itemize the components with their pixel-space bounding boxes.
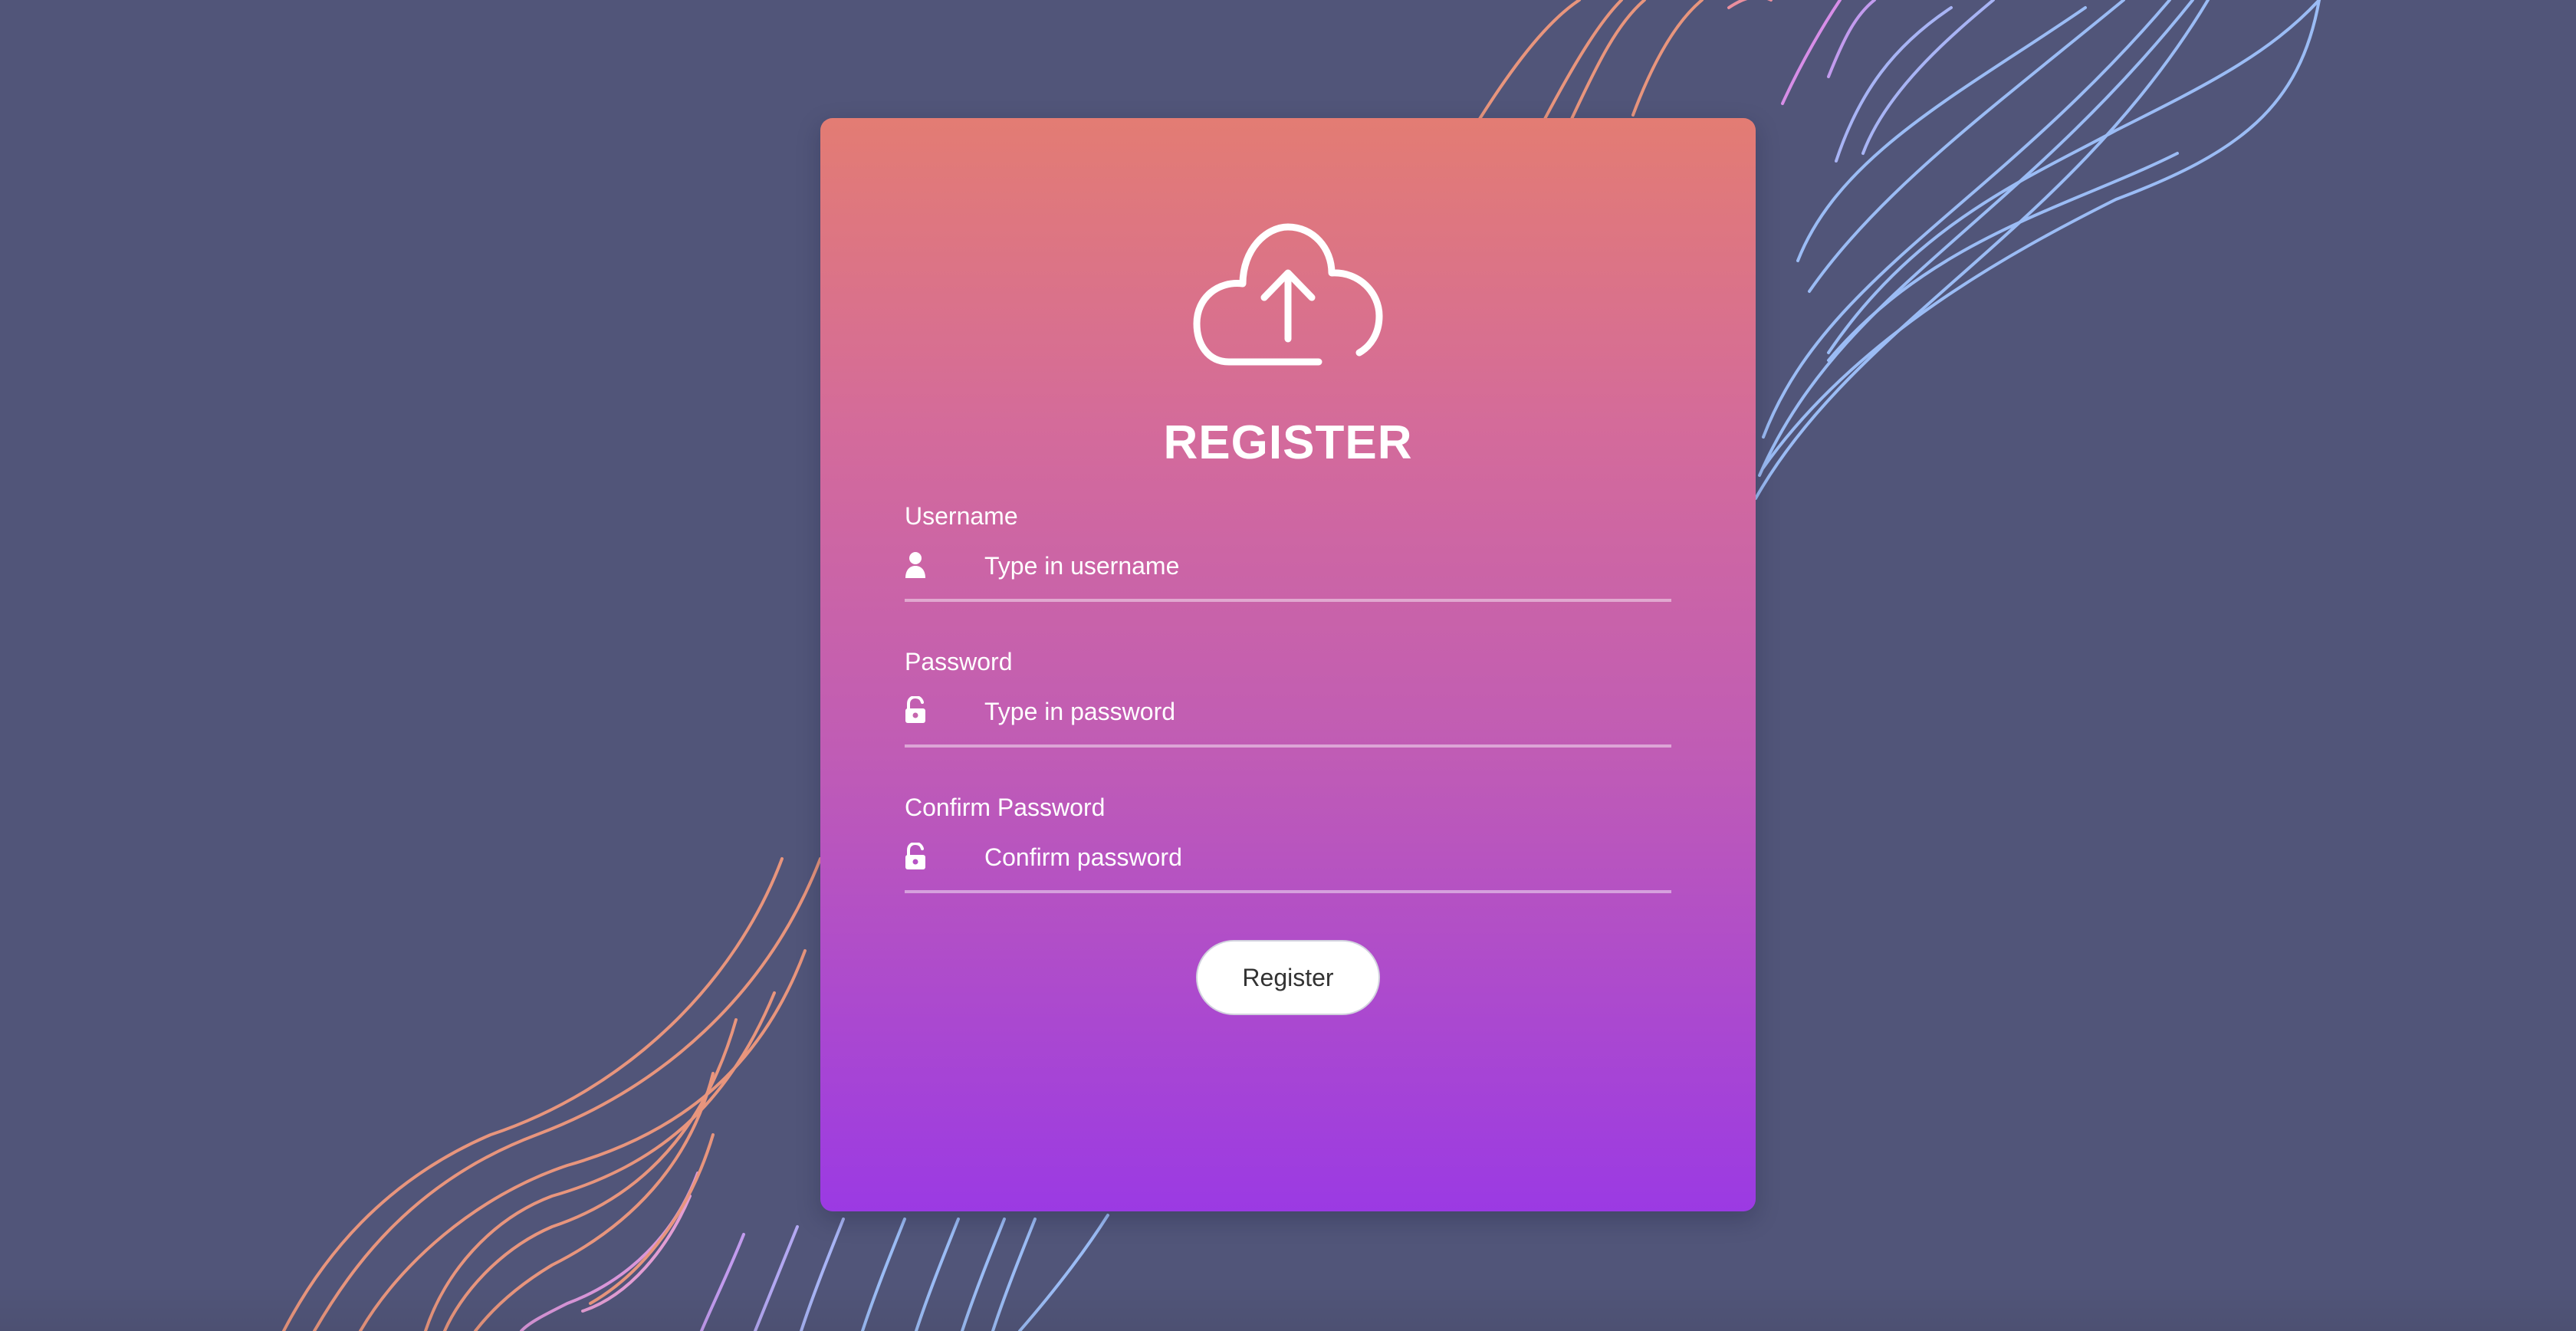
register-button[interactable]: Register bbox=[1196, 940, 1380, 1015]
page-title: REGISTER bbox=[1163, 416, 1413, 469]
unlock-icon bbox=[905, 843, 925, 869]
username-underline bbox=[905, 599, 1671, 602]
confirm-password-label: Confirm Password bbox=[905, 794, 1106, 821]
username-input[interactable] bbox=[984, 546, 1667, 586]
confirm-password-input[interactable] bbox=[984, 837, 1667, 877]
password-label: Password bbox=[905, 648, 1013, 675]
cloud-upload-icon bbox=[1193, 223, 1383, 366]
bottom-shade bbox=[0, 1285, 2576, 1331]
password-input[interactable] bbox=[984, 692, 1667, 731]
username-label: Username bbox=[905, 502, 1018, 530]
user-icon bbox=[905, 552, 925, 578]
password-underline bbox=[905, 744, 1671, 748]
unlock-icon bbox=[905, 696, 925, 723]
confirm-password-underline bbox=[905, 890, 1671, 893]
